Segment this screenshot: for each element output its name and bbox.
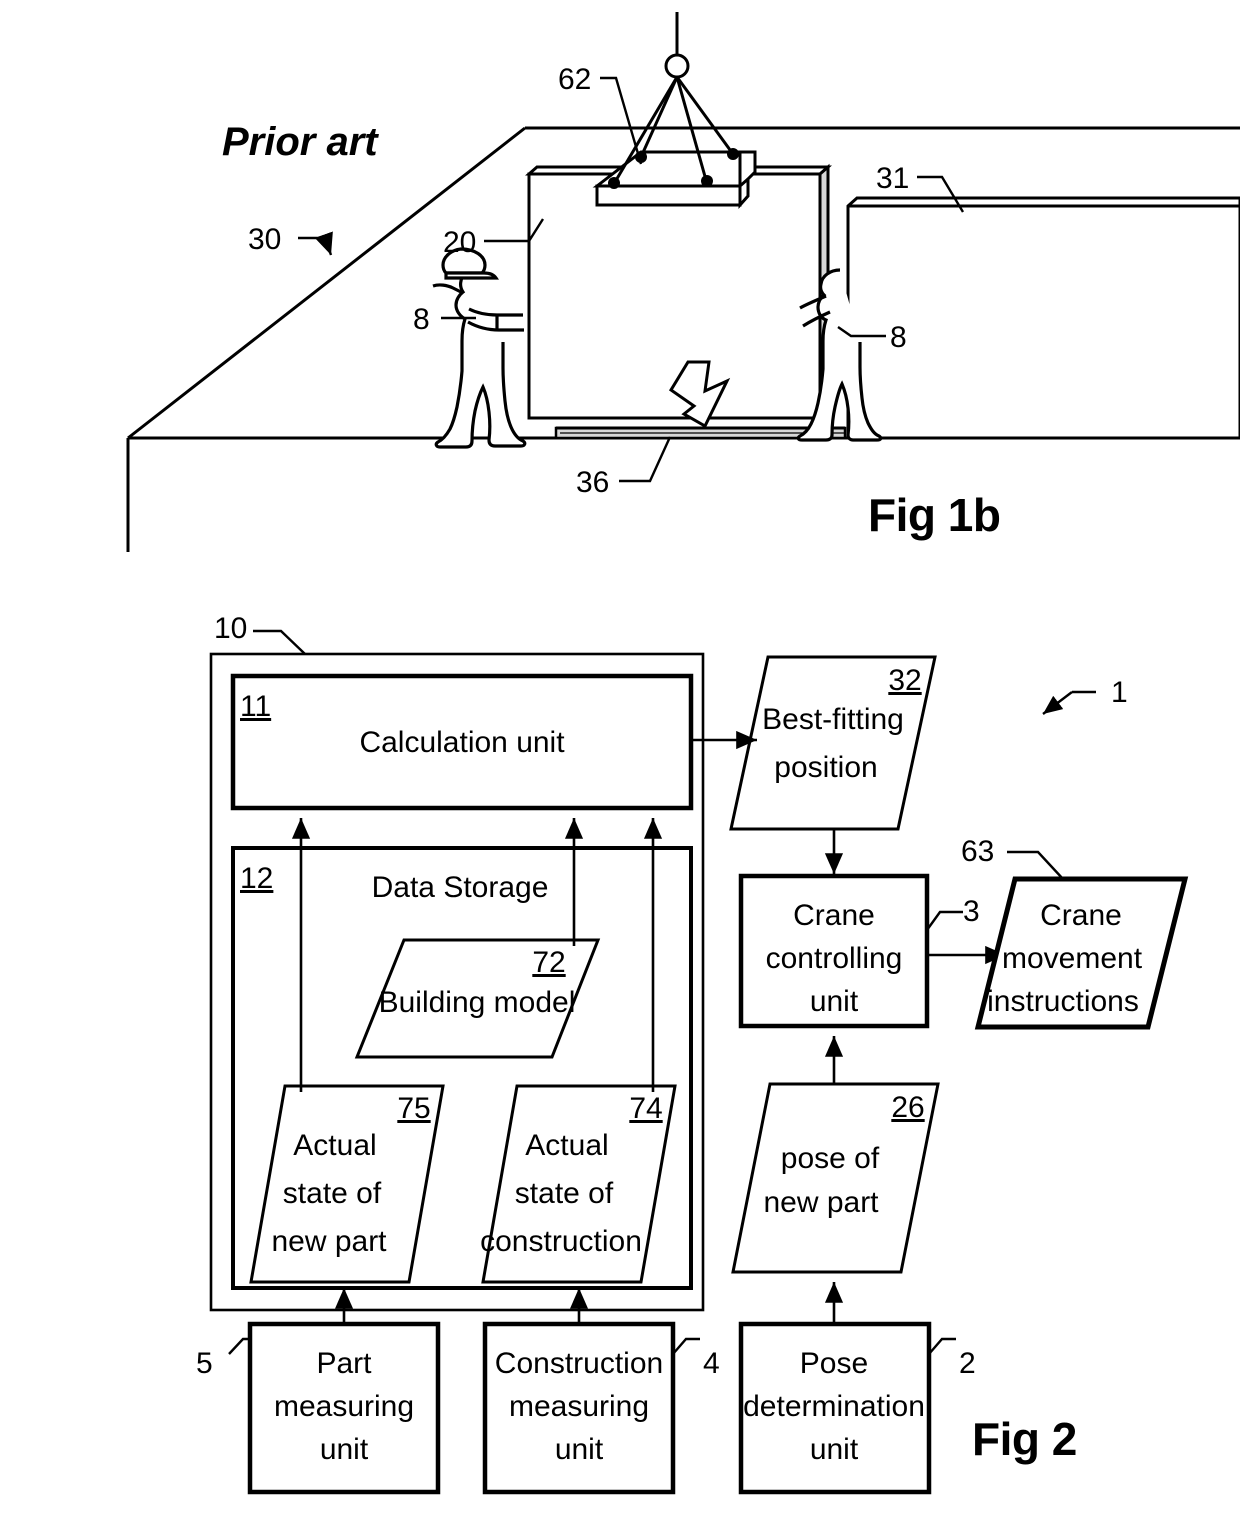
leader-4 [672,1337,700,1355]
building-model-label: Building model [379,986,576,1019]
crane-movement-instructions-line-2: movement [1002,942,1143,975]
ref-5: 5 [196,1347,213,1380]
ref-32: 32 [888,664,921,697]
ref-74: 74 [629,1092,662,1125]
construction-measuring-unit-line-1: Construction [495,1347,663,1380]
ref-26: 26 [891,1091,924,1124]
pose-of-new-part-line-1: pose of [781,1142,880,1175]
crane-movement-instructions-line-3: instructions [987,985,1139,1018]
leader-5 [228,1337,250,1355]
ref-12: 12 [240,862,273,895]
part-measuring-unit-line-1: Part [316,1347,372,1380]
calculation-unit-label: Calculation unit [359,726,565,759]
ref-75: 75 [397,1092,430,1125]
leader-3 [926,910,963,931]
ref-10: 10 [214,612,247,645]
actual-state-new-part-line-1: Actual [293,1129,376,1162]
crane-controlling-unit-line-3: unit [810,985,859,1018]
part-measuring-unit-line-3: unit [320,1433,369,1466]
best-fitting-position-line-1: Best-fitting [762,703,904,736]
part-measuring-unit-line-2: measuring [274,1390,414,1423]
actual-state-construction-line-1: Actual [525,1129,608,1162]
best-fitting-position-line-2: position [774,751,877,784]
pose-of-new-part-line-2: new part [763,1186,879,1219]
leader-10 [253,629,306,655]
ref-72: 72 [532,946,565,979]
actual-state-new-part-line-3: new part [271,1225,387,1258]
ref-11: 11 [240,690,271,723]
crane-movement-instructions-line-1: Crane [1040,899,1122,932]
actual-state-construction-line-3: construction [480,1225,642,1258]
system-ref-arrow [1042,690,1096,715]
crane-controlling-unit-line-1: Crane [793,899,875,932]
crane-controlling-unit-line-2: controlling [766,942,903,975]
ref-63: 63 [961,835,994,868]
pose-determination-unit-line-1: Pose [800,1347,868,1380]
pose-determination-unit-line-3: unit [810,1433,859,1466]
ref-4: 4 [703,1347,720,1380]
actual-state-new-part-line-2: state of [283,1177,382,1210]
leader-2 [928,1337,956,1355]
figure-2: 10 11 Calculation unit 12 Data Storage 7… [0,0,1240,1527]
pose-determination-unit-line-2: determination [743,1390,925,1423]
figure-2-caption: Fig 2 [972,1413,1077,1465]
ref-3: 3 [963,895,980,928]
construction-measuring-unit-line-2: measuring [509,1390,649,1423]
leader-63 [1007,850,1064,880]
data-storage-label: Data Storage [372,871,549,904]
actual-state-construction-line-2: state of [515,1177,614,1210]
ref-1: 1 [1111,676,1128,709]
construction-measuring-unit-line-3: unit [555,1433,604,1466]
ref-2: 2 [959,1347,976,1380]
